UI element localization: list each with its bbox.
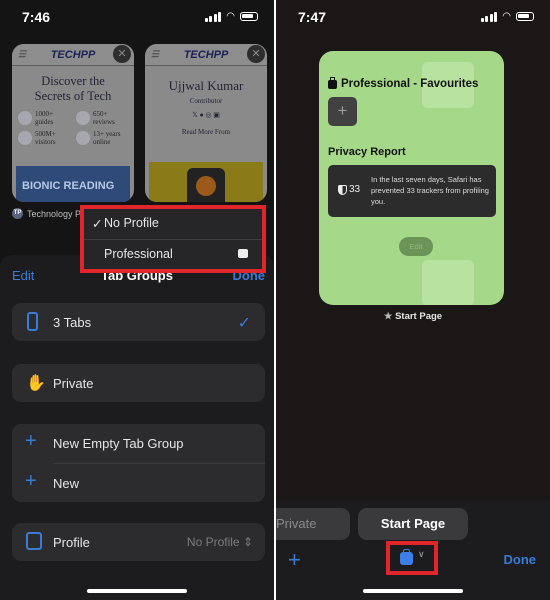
guides-icon: [18, 111, 32, 125]
banner: BIONIC READING: [16, 166, 130, 202]
visitors-icon: [18, 131, 32, 145]
add-favourite-button[interactable]: +: [328, 97, 357, 126]
tab-bar: Private Start Page + ∨ Done: [276, 500, 550, 600]
menu-item-no-profile[interactable]: ✓ No Profile: [84, 209, 262, 239]
profile-switcher-button[interactable]: ∨: [386, 541, 438, 575]
right-screen: 7:47 ◠ Professional - Favourites + Priva…: [276, 0, 550, 600]
checkmark-icon: ✓: [92, 217, 103, 231]
briefcase-icon: [400, 549, 413, 565]
stat: 500M+ visitors: [18, 130, 70, 146]
favourites-title: Professional - Favourites: [328, 76, 478, 90]
chevron-down-icon: ∨: [418, 549, 425, 559]
briefcase-icon: [238, 249, 248, 258]
menu-item-professional[interactable]: Professional: [84, 240, 262, 270]
wifi-icon: ◠: [502, 11, 511, 22]
signal-icon: [480, 11, 498, 22]
tab-thumbnail[interactable]: ☰ TECHPP Discover the Secrets of Tech 100…: [12, 44, 134, 202]
hand-icon: ✋: [26, 375, 46, 392]
new-group-actions: + New Empty Tab Group + New: [12, 424, 265, 502]
article-image: [149, 162, 263, 202]
phone-image: [187, 168, 225, 202]
start-page-tab-group[interactable]: Start Page: [358, 508, 468, 540]
stat: 13+ years online: [76, 130, 128, 146]
privacy-text: In the last seven days, Safari has preve…: [371, 175, 489, 206]
checkmark-icon: ✓: [237, 315, 251, 332]
shield-icon: [338, 184, 347, 195]
tab-group-label: Private: [53, 376, 94, 391]
menu-icon: ☰: [151, 49, 160, 59]
stats-grid: 1000+ guides 650+ reviews 500M+ visitors 13…: [12, 108, 134, 148]
private-tab-group[interactable]: Private: [276, 508, 350, 540]
site-logo: TECHPP: [50, 48, 96, 61]
status-icons: ◠: [480, 11, 534, 22]
status-bar: 7:46 ◠: [0, 0, 274, 34]
left-screen: 7:46 ◠ ☰ TECHPP Discover the Secrets of T…: [0, 0, 274, 600]
briefcase-icon: [328, 76, 337, 89]
site-logo: TECHPP: [183, 48, 229, 61]
start-page-thumbnail[interactable]: Professional - Favourites + Privacy Repo…: [319, 51, 504, 305]
new-empty-tab-group-button[interactable]: New Empty Tab Group: [53, 436, 184, 451]
battery-icon: [516, 12, 534, 21]
divider-text: Read More From: [181, 128, 231, 136]
status-icons: ◠: [204, 11, 258, 22]
reviews-icon: [76, 111, 90, 125]
tab-headline: Discover the Secrets of Tech: [34, 74, 112, 103]
signal-icon: [204, 11, 222, 22]
profile-value[interactable]: No Profile ⇕: [187, 535, 253, 549]
menu-icon: ☰: [18, 49, 27, 59]
clock: 7:47: [298, 9, 327, 25]
battery-icon: [240, 12, 258, 21]
privacy-report-card[interactable]: 33 In the last seven days, Safari has pr…: [328, 165, 496, 217]
profile-row[interactable]: Profile No Profile ⇕: [12, 523, 265, 561]
close-tab-button[interactable]: ✕: [247, 45, 265, 63]
tab-thumbnail[interactable]: ☰ TECHPP Ujjwal Kumar Contributor 𝕏 ● ◎ ▣…: [145, 44, 267, 202]
stat: 650+ reviews: [76, 110, 128, 126]
star-icon: ★: [383, 311, 393, 322]
start-page-label: ★ Start Page: [383, 311, 443, 322]
new-tab-button[interactable]: +: [288, 547, 301, 573]
tab-group-label: 3 Tabs: [53, 315, 92, 330]
plus-icon: +: [25, 430, 37, 452]
speaker-icon: [196, 176, 216, 196]
author-role: Contributor: [189, 97, 223, 105]
home-indicator: [87, 589, 187, 593]
chevron-updown-icon: ⇕: [242, 535, 253, 549]
divider: [53, 463, 265, 464]
clock: 7:46: [22, 9, 51, 25]
tab-groups-sheet: Edit Tab Groups Done 3 Tabs ✓ ✋ Private …: [0, 255, 274, 600]
profile-icon: [26, 532, 42, 550]
author-name: Ujjwal Kumar: [168, 78, 244, 93]
social-icons: 𝕏 ● ◎ ▣: [192, 111, 220, 119]
tracker-count: 33: [338, 184, 360, 195]
tab-group-3-tabs[interactable]: 3 Tabs ✓: [12, 303, 265, 341]
wifi-icon: ◠: [226, 11, 235, 22]
plus-icon: +: [25, 470, 37, 492]
tab-group-private[interactable]: ✋ Private: [12, 364, 265, 402]
phone-icon: [27, 312, 38, 331]
stat: 1000+ guides: [18, 110, 70, 126]
close-tab-button[interactable]: ✕: [113, 45, 131, 63]
new-tab-group-button[interactable]: New: [53, 476, 79, 491]
privacy-report-title: Privacy Report: [328, 146, 406, 158]
favicon: TP: [12, 208, 23, 219]
edit-start-page-button[interactable]: Edit: [399, 237, 433, 256]
done-button[interactable]: Done: [504, 552, 537, 567]
briefcase-watermark: [422, 260, 474, 305]
online-icon: [76, 131, 90, 145]
status-bar: 7:47 ◠: [276, 0, 550, 34]
profile-label: Profile: [53, 535, 90, 550]
home-indicator: [363, 589, 463, 593]
profile-menu: ✓ No Profile Professional: [80, 205, 266, 273]
